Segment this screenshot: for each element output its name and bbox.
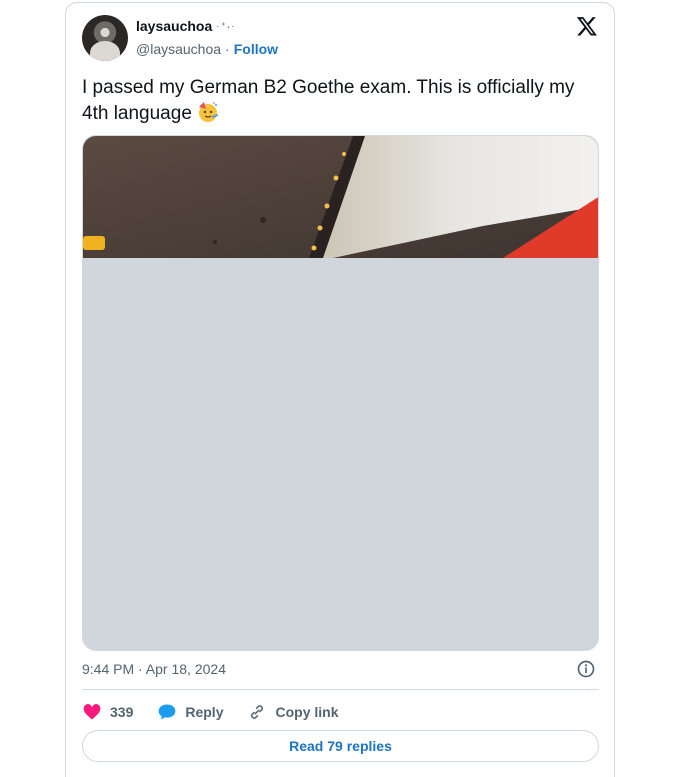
author-handle[interactable]: @laysauchoa	[136, 41, 221, 57]
reply-button[interactable]: Reply	[157, 702, 223, 722]
name-decoration: ·⁺˖·	[216, 20, 236, 32]
follow-link[interactable]: Follow	[234, 41, 278, 57]
photo-image	[83, 136, 598, 258]
info-icon[interactable]	[576, 659, 596, 679]
reply-bubble-icon	[159, 704, 176, 720]
like-count: 339	[110, 704, 134, 720]
author-name-row: laysauchoa ·⁺˖·	[136, 18, 236, 34]
reply-label: Reply	[185, 704, 224, 720]
avatar[interactable]	[82, 15, 128, 61]
tweet-body: I passed my German B2 Goethe exam. This …	[82, 77, 575, 124]
action-bar: 339 Reply Copy link	[82, 699, 363, 725]
separator-dot: ·	[225, 41, 230, 57]
read-replies-button[interactable]: Read 79 replies	[82, 730, 599, 762]
tweet-text: I passed my German B2 Goethe exam. This …	[82, 76, 602, 126]
link-icon	[251, 705, 264, 719]
heart-icon	[83, 704, 101, 720]
partying-face-emoji-icon	[198, 102, 219, 122]
tweet-timestamp[interactable]: 9:44 PM · Apr 18, 2024	[82, 661, 226, 677]
author-handle-row: @laysauchoa · Follow	[136, 41, 278, 57]
like-button[interactable]: 339	[82, 702, 133, 722]
author-display-name[interactable]: laysauchoa	[136, 18, 212, 34]
copy-link-label: Copy link	[275, 704, 339, 720]
x-logo-icon[interactable]	[576, 15, 598, 37]
tweet-media[interactable]	[82, 135, 599, 651]
divider	[82, 689, 599, 690]
copy-link-button[interactable]: Copy link	[247, 702, 339, 722]
tweet-card: laysauchoa ·⁺˖· @laysauchoa · Follow I p…	[65, 2, 615, 777]
